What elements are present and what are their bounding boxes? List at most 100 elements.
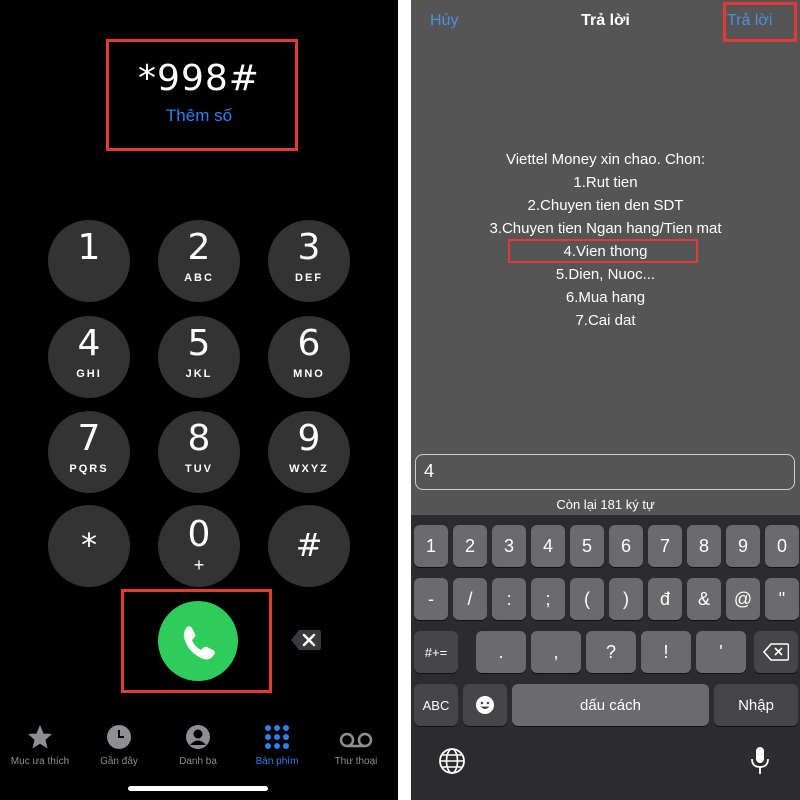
key-num-3[interactable]: 3 xyxy=(492,525,526,567)
key-digit: 3 xyxy=(297,227,321,268)
key-digit: # xyxy=(295,526,323,564)
key-num-4[interactable]: 4 xyxy=(531,525,565,567)
message-line: 2.Chuyen tien den SDT xyxy=(527,197,684,214)
clock-icon xyxy=(107,725,131,749)
key-digit: 5 xyxy=(187,323,211,364)
key-apostrophe[interactable]: ' xyxy=(696,631,746,673)
key-8[interactable]: 8 TUV xyxy=(158,411,240,493)
key-num-7[interactable]: 7 xyxy=(648,525,682,567)
key-0[interactable]: 0 + xyxy=(158,505,240,587)
tab-keypad[interactable]: Bàn phím xyxy=(237,718,317,767)
key-num-8[interactable]: 8 xyxy=(687,525,721,567)
key-emoji[interactable] xyxy=(463,684,507,726)
key-letters: PQRS xyxy=(69,463,109,475)
key-num-6[interactable]: 6 xyxy=(609,525,643,567)
key-num-1[interactable]: 1 xyxy=(414,525,448,567)
star-icon xyxy=(28,725,52,749)
message-line: Viettel Money xin chao. Chon: xyxy=(505,151,705,168)
tab-label: Thư thoại xyxy=(334,756,378,767)
key-delete[interactable] xyxy=(754,631,798,673)
key-period[interactable]: . xyxy=(476,631,526,673)
key-3[interactable]: 3 DEF xyxy=(268,220,350,302)
key-at[interactable]: @ xyxy=(726,578,760,620)
key-semicolon[interactable]: ; xyxy=(531,578,565,620)
message-line: 5.Dien, Nuoc... xyxy=(555,266,656,283)
tab-label: Bàn phím xyxy=(255,756,299,767)
contact-icon xyxy=(186,725,210,749)
delete-icon xyxy=(763,643,789,661)
key-letters: + xyxy=(193,555,205,575)
key-letters: GHI xyxy=(76,368,102,380)
key-question[interactable]: ? xyxy=(586,631,636,673)
voicemail-icon xyxy=(339,732,373,748)
key-space[interactable]: dấu cách xyxy=(512,684,709,726)
key-exclamation[interactable]: ! xyxy=(641,631,691,673)
key-open-paren[interactable]: ( xyxy=(570,578,604,620)
key-dash[interactable]: - xyxy=(414,578,448,620)
number-highlight-box xyxy=(106,39,298,151)
key-digit: 0 xyxy=(187,514,211,555)
key-abc[interactable]: ABC xyxy=(414,684,458,726)
key-digit: * xyxy=(81,526,97,564)
call-button[interactable] xyxy=(158,601,238,681)
dialer-screen: *998# Thêm số 1 2 ABC 3 DEF 4 GHI 5 JKL … xyxy=(0,0,398,800)
key-star[interactable]: * xyxy=(48,505,130,587)
tab-contacts[interactable]: Danh bạ xyxy=(158,718,238,767)
keypad-icon xyxy=(265,725,289,749)
key-letters: WXYZ xyxy=(289,463,329,475)
remaining-characters: Còn lại 181 ký tự xyxy=(556,497,655,512)
tab-label: Mục ưa thích xyxy=(10,756,70,767)
key-colon[interactable]: : xyxy=(492,578,526,620)
key-1[interactable]: 1 xyxy=(48,220,130,302)
keyboard: 1 2 3 4 5 6 7 8 9 0 - / : ; ( ) đ & @ " … xyxy=(411,515,800,800)
key-ampersand[interactable]: & xyxy=(687,578,721,620)
tab-recents[interactable]: Gần đây xyxy=(79,718,159,767)
key-digit: 9 xyxy=(297,418,321,459)
emoji-icon xyxy=(476,696,494,714)
phone-icon xyxy=(183,626,215,660)
key-num-2[interactable]: 2 xyxy=(453,525,487,567)
key-num-5[interactable]: 5 xyxy=(570,525,604,567)
reply-highlight-box xyxy=(723,2,797,42)
microphone-icon[interactable] xyxy=(750,746,770,776)
key-symbols-toggle[interactable]: #+= xyxy=(414,631,458,673)
key-digit: 8 xyxy=(187,418,211,459)
key-return[interactable]: Nhập xyxy=(714,684,798,726)
tab-favorites[interactable]: Mục ưa thích xyxy=(0,718,80,767)
key-6[interactable]: 6 MNO xyxy=(268,316,350,398)
message-line: 6.Mua hang xyxy=(565,289,646,306)
key-letters: ABC xyxy=(184,272,214,284)
reply-input[interactable]: 4 xyxy=(415,454,795,490)
key-digit: 4 xyxy=(77,323,101,364)
globe-icon[interactable] xyxy=(438,747,466,775)
key-comma[interactable]: , xyxy=(531,631,581,673)
message-line: 7.Cai dat xyxy=(575,312,636,329)
key-letters: DEF xyxy=(295,272,323,284)
key-2[interactable]: 2 ABC xyxy=(158,220,240,302)
key-7[interactable]: 7 PQRS xyxy=(48,411,130,493)
key-digit: 2 xyxy=(187,227,211,268)
key-digit: 1 xyxy=(77,227,101,268)
key-close-paren[interactable]: ) xyxy=(609,578,643,620)
backspace-icon[interactable] xyxy=(290,629,322,651)
key-4[interactable]: 4 GHI xyxy=(48,316,130,398)
key-digit: 6 xyxy=(297,323,321,364)
option-highlight-box xyxy=(508,239,698,263)
key-digit: 7 xyxy=(77,418,101,459)
key-quote[interactable]: " xyxy=(765,578,799,620)
key-slash[interactable]: / xyxy=(453,578,487,620)
key-letters: MNO xyxy=(293,368,325,380)
tab-label: Gần đây xyxy=(100,756,138,767)
ussd-reply-screen: Hủy Trả lời Trả lời Viettel Money xin ch… xyxy=(411,0,800,800)
key-9[interactable]: 9 WXYZ xyxy=(268,411,350,493)
key-num-0[interactable]: 0 xyxy=(765,525,799,567)
key-num-9[interactable]: 9 xyxy=(726,525,760,567)
message-line: 1.Rut tien xyxy=(573,174,638,191)
key-hash[interactable]: # xyxy=(268,505,350,587)
home-indicator xyxy=(128,786,268,791)
tab-voicemail[interactable]: Thư thoại xyxy=(316,718,396,767)
key-d-stroke[interactable]: đ xyxy=(648,578,682,620)
key-5[interactable]: 5 JKL xyxy=(158,316,240,398)
tab-label: Danh bạ xyxy=(179,756,217,767)
message-line: 3.Chuyen tien Ngan hang/Tien mat xyxy=(489,220,722,237)
